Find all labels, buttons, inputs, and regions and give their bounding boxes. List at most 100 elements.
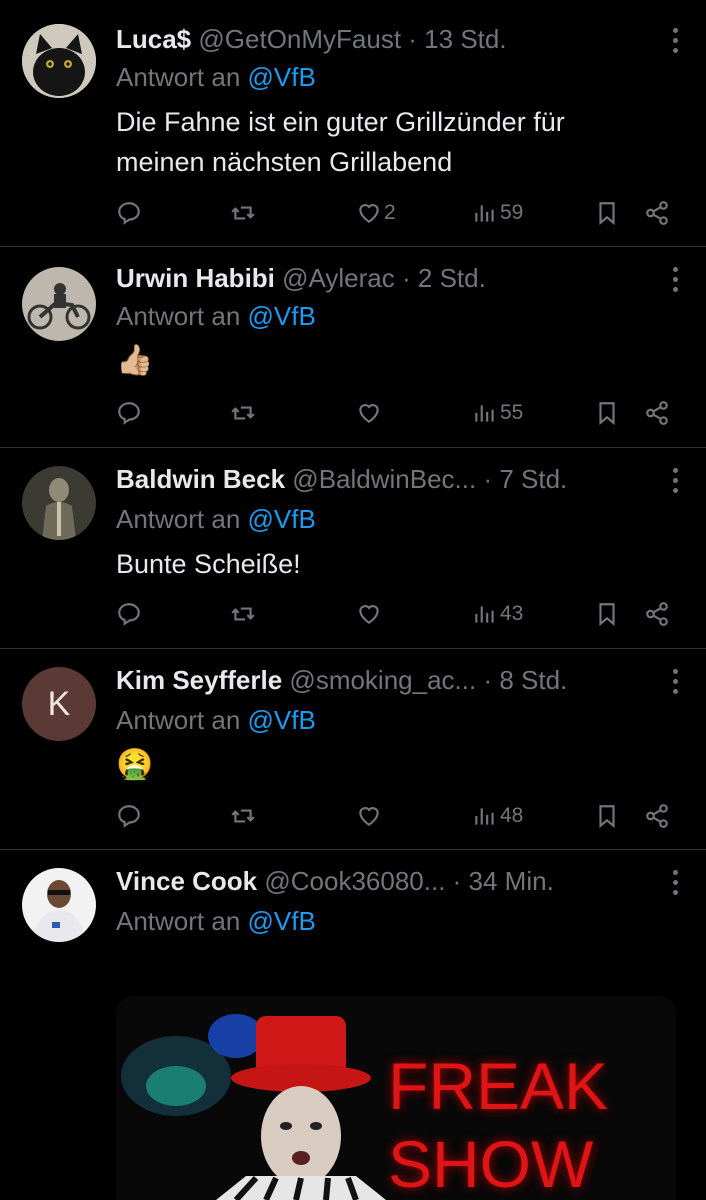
- views-icon: [475, 606, 494, 623]
- reply-to-link[interactable]: @VfB: [248, 62, 316, 92]
- reply-prefix: Antwort an: [116, 62, 241, 92]
- reply-context: Antwort an @VfB: [116, 60, 316, 94]
- reply-button[interactable]: [116, 397, 142, 429]
- views-button[interactable]: 48: [472, 800, 523, 832]
- user-handle[interactable]: @GetOnMyFaust: [198, 24, 401, 54]
- timestamp[interactable]: · 2 Std.: [402, 263, 486, 293]
- action-bar: 55: [116, 397, 676, 429]
- view-count: 59: [500, 201, 524, 224]
- like-button[interactable]: 2: [356, 197, 396, 229]
- avatar[interactable]: [22, 466, 96, 540]
- display-name[interactable]: Baldwin Beck: [116, 464, 285, 494]
- tweet-header: Vince Cook @Cook36080... · 34 Min.: [116, 864, 646, 898]
- bookmark-button[interactable]: [594, 397, 620, 429]
- bookmark-button[interactable]: [594, 598, 620, 630]
- tweet-5[interactable]: Vince Cook @Cook36080... · 34 Min. Antwo…: [0, 850, 706, 1200]
- share-icon: [646, 401, 668, 425]
- share-button[interactable]: [644, 598, 670, 630]
- reply-to-link[interactable]: @VfB: [248, 906, 316, 936]
- bookmark-button[interactable]: [594, 800, 620, 832]
- share-button[interactable]: [644, 397, 670, 429]
- view-count: 48: [500, 804, 524, 827]
- user-handle[interactable]: @smoking_ac...: [289, 665, 476, 695]
- reply-to-link[interactable]: @VfB: [248, 705, 316, 735]
- like-button[interactable]: [356, 800, 382, 832]
- man-portrait-icon: [22, 868, 96, 942]
- reply-button[interactable]: [116, 800, 142, 832]
- more-options-icon[interactable]: [670, 468, 680, 494]
- view-count: 43: [500, 602, 524, 625]
- repost-icon: [231, 809, 255, 823]
- tweet-text-line: Die Fahne ist ein guter Grillzünder für: [116, 107, 565, 137]
- action-bar: 48: [116, 800, 676, 832]
- views-button[interactable]: 43: [472, 598, 523, 630]
- repost-button[interactable]: [230, 598, 256, 630]
- more-options-icon[interactable]: [670, 870, 680, 896]
- user-handle[interactable]: @BaldwinBec...: [292, 464, 476, 494]
- reply-prefix: Antwort an: [116, 906, 241, 936]
- avatar-letter: K: [47, 684, 71, 723]
- tweet-text: Die Fahne ist ein guter Grillzünder für …: [116, 102, 676, 182]
- tweet-text: 🤮: [116, 748, 154, 781]
- repost-icon: [231, 206, 255, 220]
- reply-button[interactable]: [116, 598, 142, 630]
- repost-button[interactable]: [230, 800, 256, 832]
- heart-icon: [359, 204, 379, 223]
- action-bar: 2 59: [116, 197, 676, 229]
- reply-icon: [118, 402, 140, 425]
- like-button[interactable]: [356, 598, 382, 630]
- views-button[interactable]: 55: [472, 397, 523, 429]
- views-icon: [475, 205, 494, 222]
- views-icon: [475, 808, 494, 825]
- tweet-text: 👍🏼: [116, 344, 154, 377]
- timestamp[interactable]: · 7 Std.: [483, 464, 567, 494]
- timestamp[interactable]: · 34 Min.: [453, 866, 554, 896]
- timestamp[interactable]: · 8 Std.: [483, 665, 567, 695]
- share-button[interactable]: [644, 197, 670, 229]
- user-handle[interactable]: @Cook36080...: [264, 866, 445, 896]
- views-button[interactable]: 59: [472, 197, 523, 229]
- avatar[interactable]: [22, 267, 96, 341]
- share-icon: [646, 804, 668, 828]
- display-name[interactable]: Luca$: [116, 24, 191, 54]
- bookmark-button[interactable]: [594, 197, 620, 229]
- repost-button[interactable]: [230, 397, 256, 429]
- avatar[interactable]: K: [22, 667, 96, 741]
- reply-to-link[interactable]: @VfB: [248, 301, 316, 331]
- display-name[interactable]: Vince Cook: [116, 866, 257, 896]
- repost-icon: [231, 607, 255, 621]
- reply-context: Antwort an @VfB: [116, 502, 316, 536]
- reply-to-link[interactable]: @VfB: [248, 504, 316, 534]
- tweet-text-line: meinen nächsten Grillabend: [116, 147, 453, 177]
- avatar[interactable]: [22, 24, 96, 98]
- bookmark-icon: [599, 202, 615, 226]
- tweet-header: Luca$ @GetOnMyFaust · 13 Std.: [116, 22, 646, 56]
- show-text: SHOW: [388, 1127, 594, 1200]
- more-options-icon[interactable]: [670, 267, 680, 293]
- reply-icon: [118, 603, 140, 626]
- like-button[interactable]: [356, 397, 382, 429]
- share-button[interactable]: [644, 800, 670, 832]
- more-options-icon[interactable]: [670, 669, 680, 695]
- tweet-media-image[interactable]: FREAK SHOW: [116, 996, 676, 1200]
- display-name[interactable]: Urwin Habibi: [116, 263, 275, 293]
- reply-context: Antwort an @VfB: [116, 703, 316, 737]
- tweet-2[interactable]: Urwin Habibi @Aylerac · 2 Std. Antwort a…: [0, 247, 706, 448]
- timestamp[interactable]: · 13 Std.: [408, 24, 506, 54]
- display-name[interactable]: Kim Seyfferle: [116, 665, 282, 695]
- more-options-icon[interactable]: [670, 28, 680, 54]
- tweet-header: Kim Seyfferle @smoking_ac... · 8 Std.: [116, 663, 646, 697]
- black-cat-icon: [22, 24, 96, 98]
- tweet-4[interactable]: K Kim Seyfferle @smoking_ac... · 8 Std. …: [0, 649, 706, 850]
- tweet-3[interactable]: Baldwin Beck @BaldwinBec... · 7 Std. Ant…: [0, 448, 706, 649]
- reply-button[interactable]: [116, 197, 142, 229]
- reply-prefix: Antwort an: [116, 504, 241, 534]
- like-count: 2: [384, 201, 396, 224]
- tweet-header: Urwin Habibi @Aylerac · 2 Std.: [116, 261, 646, 295]
- views-icon: [475, 405, 494, 422]
- tweet-1[interactable]: Luca$ @GetOnMyFaust · 13 Std. Antwort an…: [0, 0, 706, 247]
- repost-button[interactable]: [230, 197, 256, 229]
- avatar[interactable]: [22, 868, 96, 942]
- motorcycle-icon: [22, 267, 96, 341]
- user-handle[interactable]: @Aylerac: [282, 263, 395, 293]
